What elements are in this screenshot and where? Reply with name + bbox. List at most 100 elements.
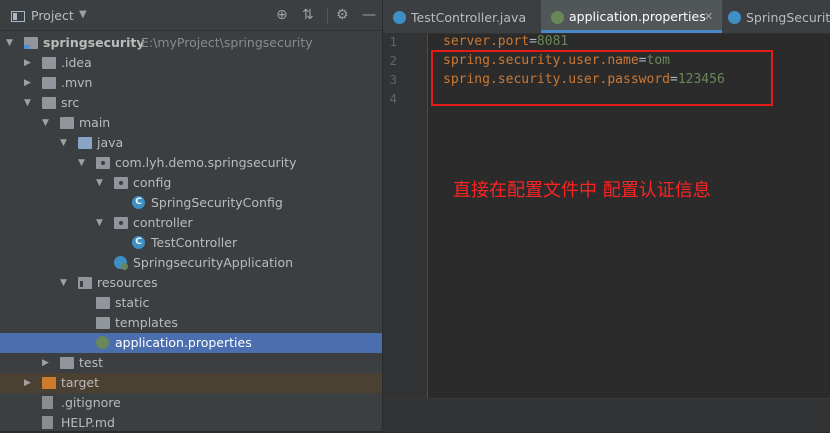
folder-icon bbox=[60, 117, 74, 129]
tree-item-label: java bbox=[97, 135, 124, 150]
package-icon bbox=[114, 177, 128, 189]
property-value: 8081 bbox=[536, 34, 569, 49]
project-view-selector[interactable]: Project bbox=[31, 8, 74, 23]
tree-item[interactable]: static bbox=[0, 293, 382, 313]
folder-icon bbox=[96, 297, 110, 309]
tree-item-label: .idea bbox=[61, 55, 92, 70]
collapse-all-icon[interactable]: ⇅ bbox=[302, 7, 314, 23]
tab-testcontroller[interactable]: TestController.java bbox=[383, 0, 541, 33]
tree-item[interactable]: HELP.md bbox=[0, 413, 382, 433]
toolbar-divider bbox=[327, 8, 328, 24]
highlight-box bbox=[431, 50, 773, 106]
tree-item-label: TestController bbox=[151, 235, 238, 250]
project-view-icon bbox=[11, 11, 25, 22]
tree-item[interactable]: ▶ test bbox=[0, 353, 382, 373]
close-icon[interactable]: ✕ bbox=[704, 0, 713, 34]
tree-item-label: com.lyh.demo.springsecurity bbox=[115, 155, 297, 170]
tree-item[interactable]: ▼ config bbox=[0, 173, 382, 193]
tree-item[interactable]: ▶ .mvn bbox=[0, 73, 382, 93]
tree-item[interactable]: .gitignore bbox=[0, 393, 382, 413]
tree-item[interactable]: ▼ resources bbox=[0, 273, 382, 293]
tree-item[interactable]: ▶ .idea bbox=[0, 53, 382, 73]
markdown-file-icon bbox=[42, 416, 53, 429]
line-number-gutter: 1 2 3 4 bbox=[383, 34, 428, 398]
tree-item[interactable]: templates bbox=[0, 313, 382, 333]
annotation-text: 直接在配置文件中 配置认证信息 bbox=[453, 180, 711, 201]
tree-item-label: src bbox=[61, 95, 80, 110]
line-number: 3 bbox=[389, 72, 397, 87]
tree-item[interactable]: ▼ java bbox=[0, 133, 382, 153]
chevron-down-icon[interactable]: ▼ bbox=[96, 213, 106, 233]
java-class-icon bbox=[393, 11, 406, 24]
editor-tab-bar: TestController.java application.properti… bbox=[383, 0, 830, 34]
line-number: 4 bbox=[389, 91, 397, 106]
tree-item[interactable]: C SpringSecurityConfig bbox=[0, 193, 382, 213]
tree-item-label: config bbox=[133, 175, 172, 190]
package-icon bbox=[96, 157, 110, 169]
excluded-folder-icon bbox=[42, 377, 56, 389]
spring-boot-app-icon bbox=[114, 256, 128, 270]
spring-properties-icon bbox=[551, 11, 564, 24]
folder-icon bbox=[60, 357, 74, 369]
tree-item-label: controller bbox=[133, 215, 193, 230]
editor-bottom-area bbox=[383, 398, 830, 432]
gear-icon[interactable]: ⚙ bbox=[336, 7, 349, 23]
project-tool-window: Project ▼ ⊕ ⇅ ⚙ — ▼ springsecurity E:\myPr… bbox=[0, 0, 382, 431]
spring-properties-icon bbox=[96, 336, 109, 349]
folder-icon bbox=[96, 317, 110, 329]
tree-item-label: static bbox=[115, 295, 150, 310]
hide-icon[interactable]: — bbox=[362, 7, 376, 23]
java-class-icon: C bbox=[132, 236, 145, 249]
source-folder-icon bbox=[78, 137, 92, 149]
tree-item[interactable]: ▼ springsecurity E:\myProject\springsecuri… bbox=[0, 33, 382, 53]
chevron-down-icon[interactable]: ▼ bbox=[24, 93, 34, 113]
chevron-down-icon[interactable]: ▼ bbox=[79, 9, 87, 20]
line-number: 1 bbox=[389, 34, 397, 49]
code-line[interactable]: server.port=8081 bbox=[443, 32, 568, 51]
tab-springsecurity[interactable]: SpringSecurity bbox=[722, 0, 830, 33]
tree-item[interactable]: SpringsecurityApplication bbox=[0, 253, 382, 273]
tree-item[interactable]: application.properties bbox=[0, 333, 382, 353]
tree-item[interactable]: ▼ src bbox=[0, 93, 382, 113]
line-number: 2 bbox=[389, 53, 397, 68]
property-key: server.port bbox=[443, 34, 530, 49]
java-class-icon bbox=[728, 11, 741, 24]
property-separator: = bbox=[529, 34, 537, 49]
tab-application-properties[interactable]: application.properties ✕ bbox=[541, 0, 722, 33]
tree-item[interactable]: ▼ com.lyh.demo.springsecurity bbox=[0, 153, 382, 173]
chevron-down-icon[interactable]: ▼ bbox=[78, 153, 88, 173]
package-icon bbox=[114, 217, 128, 229]
tab-label: TestController.java bbox=[411, 10, 527, 25]
tree-item-label: .mvn bbox=[61, 75, 93, 90]
chevron-right-icon[interactable]: ▶ bbox=[42, 353, 52, 373]
chevron-down-icon[interactable]: ▼ bbox=[60, 133, 70, 153]
tree-item-label: resources bbox=[97, 275, 158, 290]
tree-item-label: application.properties bbox=[115, 335, 252, 350]
chevron-down-icon[interactable]: ▼ bbox=[60, 273, 70, 293]
tree-item[interactable]: ▼ controller bbox=[0, 213, 382, 233]
chevron-right-icon[interactable]: ▶ bbox=[24, 73, 34, 93]
chevron-right-icon[interactable]: ▶ bbox=[24, 53, 34, 73]
tree-item-label: SpringSecurityConfig bbox=[151, 195, 283, 210]
module-folder-icon bbox=[24, 37, 38, 49]
tree-item-label: main bbox=[79, 115, 111, 130]
tree-item[interactable]: C TestController bbox=[0, 233, 382, 253]
gitignore-file-icon bbox=[42, 396, 53, 409]
java-class-icon: C bbox=[132, 196, 145, 209]
locate-file-icon[interactable]: ⊕ bbox=[276, 7, 288, 23]
tab-label: application.properties bbox=[569, 9, 706, 24]
chevron-down-icon[interactable]: ▼ bbox=[96, 173, 106, 193]
tree-item-label: test bbox=[79, 355, 104, 370]
chevron-down-icon[interactable]: ▼ bbox=[42, 113, 52, 133]
tree-item-label: HELP.md bbox=[61, 415, 115, 430]
project-path-hint: E:\myProject\springsecurity bbox=[141, 35, 313, 50]
tree-item-label: target bbox=[61, 375, 100, 390]
folder-icon bbox=[42, 97, 56, 109]
tree-item[interactable]: ▶ target bbox=[0, 373, 382, 393]
project-pane-header: Project ▼ ⊕ ⇅ ⚙ — bbox=[0, 0, 382, 31]
chevron-down-icon[interactable]: ▼ bbox=[6, 33, 16, 53]
tree-item-label: springsecurity bbox=[43, 35, 145, 50]
tree-item[interactable]: ▼ main bbox=[0, 113, 382, 133]
chevron-right-icon[interactable]: ▶ bbox=[24, 373, 34, 393]
tree-item-label: .gitignore bbox=[61, 395, 121, 410]
